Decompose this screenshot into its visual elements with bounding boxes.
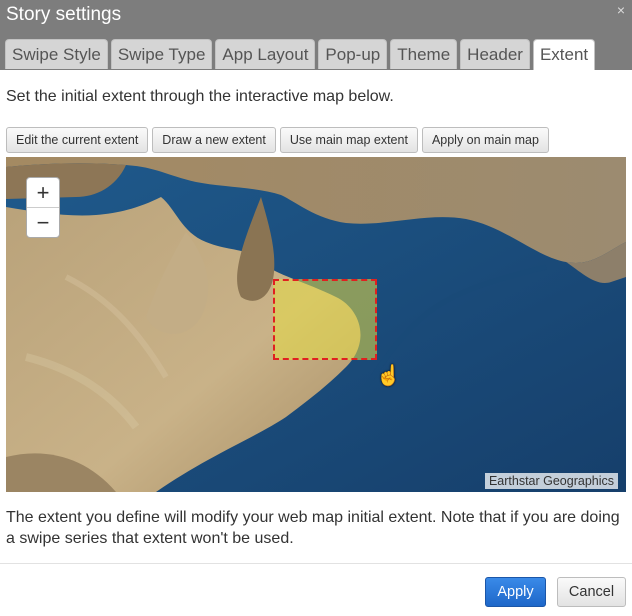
cancel-button[interactable]: Cancel (557, 577, 626, 607)
zoom-in-button[interactable]: + (27, 178, 59, 208)
zoom-out-button[interactable]: − (27, 208, 59, 237)
extent-map[interactable]: + − ☝ Earthstar Geographics (6, 157, 626, 492)
dialog-header: Story settings × Swipe Style Swipe Type … (0, 0, 632, 70)
drawn-extent-rectangle[interactable] (273, 279, 377, 360)
zoom-control: + − (26, 177, 60, 238)
tab-popup[interactable]: Pop-up (318, 39, 388, 69)
apply-on-main-map-button[interactable]: Apply on main map (421, 127, 549, 153)
tab-swipe-type[interactable]: Swipe Type (110, 39, 213, 69)
apply-button[interactable]: Apply (485, 577, 546, 607)
tab-extent[interactable]: Extent (532, 39, 596, 70)
tab-swipe-style[interactable]: Swipe Style (5, 39, 108, 69)
draw-extent-button[interactable]: Draw a new extent (152, 127, 276, 153)
hand-cursor-icon: ☝ (376, 365, 401, 387)
tab-app-layout[interactable]: App Layout (215, 39, 316, 69)
close-icon[interactable]: × (617, 2, 625, 18)
use-main-map-extent-button[interactable]: Use main map extent (279, 127, 418, 153)
dialog-title: Story settings (6, 4, 122, 25)
extent-button-row: Edit the current extent Draw a new exten… (6, 127, 553, 153)
edit-extent-button[interactable]: Edit the current extent (6, 127, 149, 153)
tab-header[interactable]: Header (460, 39, 530, 69)
footer-divider (0, 563, 632, 564)
tab-theme[interactable]: Theme (390, 39, 458, 69)
extent-intro-text: Set the initial extent through the inter… (6, 88, 394, 105)
tab-bar: Swipe Style Swipe Type App Layout Pop-up… (5, 39, 598, 70)
extent-note-text: The extent you define will modify your w… (6, 509, 620, 547)
map-attribution: Earthstar Geographics (484, 473, 618, 489)
